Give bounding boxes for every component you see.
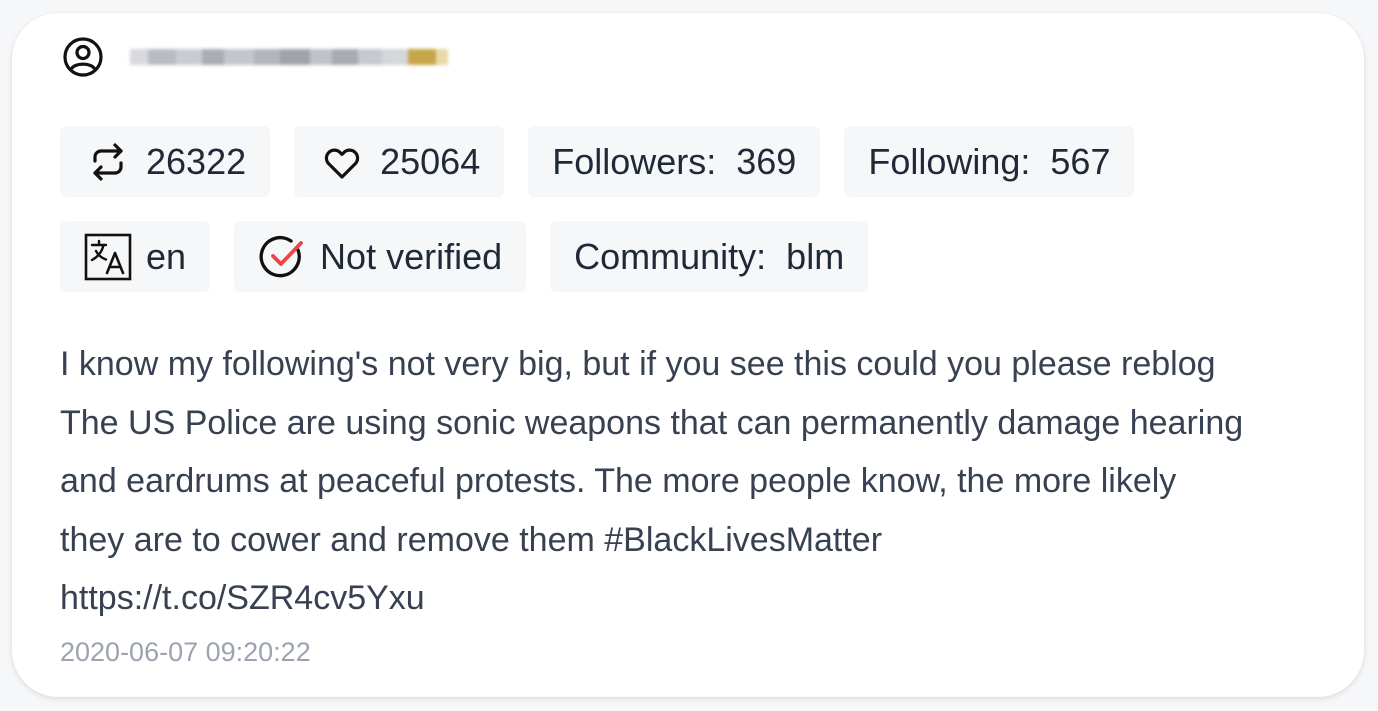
retweet-icon (84, 138, 132, 186)
check-circle-icon (258, 233, 306, 281)
followers-chip: Followers: 369 (528, 126, 821, 197)
language-chip: en (60, 221, 211, 292)
user-header (62, 36, 468, 78)
like-count: 25064 (380, 140, 481, 182)
like-count-chip: 25064 (294, 126, 505, 197)
following-label: Following: 567 (868, 140, 1111, 182)
community-label: Community: blm (574, 235, 845, 277)
post-timestamp: 2020-06-07 09:20:22 (60, 637, 311, 667)
language-label: en (146, 235, 187, 277)
translate-icon (84, 233, 132, 281)
user-circle-icon (62, 36, 104, 78)
retweet-count: 26322 (146, 140, 247, 182)
verification-label: Not verified (320, 235, 503, 277)
heart-icon (318, 138, 366, 186)
username-redacted (130, 42, 468, 72)
community-chip: Community: blm (550, 221, 869, 292)
post-text: I know my following's not very big, but … (60, 345, 1244, 617)
followers-label: Followers: 369 (552, 140, 797, 182)
stats-row: 26322 25064 Followers: 369 Following: 56… (60, 126, 1135, 197)
meta-row: en Not verified Community: blm (60, 221, 869, 292)
tweet-card: 26322 25064 Followers: 369 Following: 56… (12, 13, 1364, 697)
verification-chip: Not verified (234, 221, 527, 292)
following-chip: Following: 567 (844, 126, 1135, 197)
retweet-count-chip: 26322 (60, 126, 271, 197)
